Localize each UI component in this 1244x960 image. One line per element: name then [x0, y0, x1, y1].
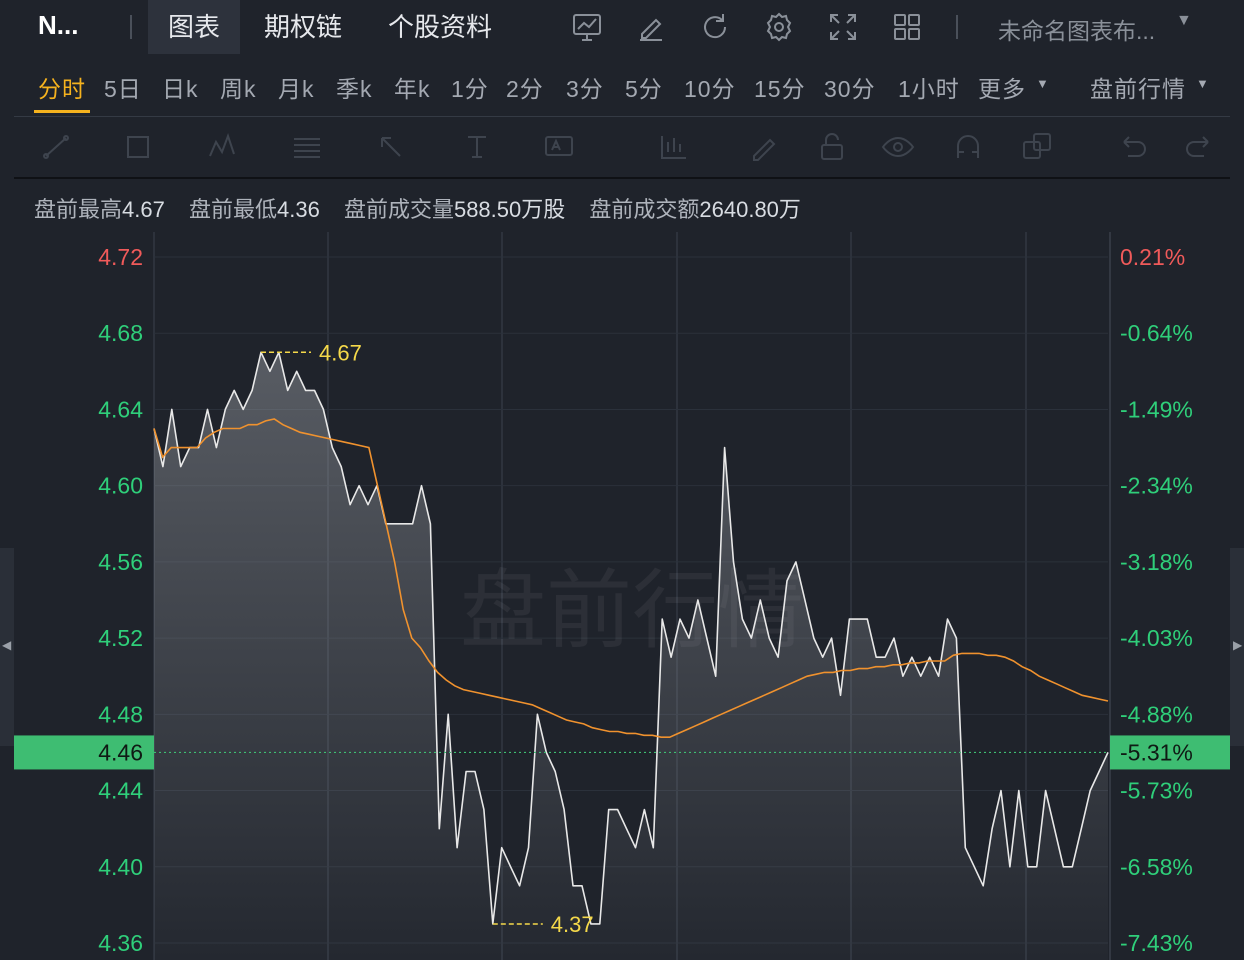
pct-tick-label: -3.18%: [1120, 549, 1193, 575]
pct-tick-label: -5.73%: [1120, 778, 1193, 804]
pct-tick-label: -4.88%: [1120, 701, 1193, 727]
pct-tick-label: -7.43%: [1120, 930, 1193, 956]
low-marker-label: 4.37: [551, 912, 594, 937]
y-tick-label: 4.56: [98, 549, 143, 575]
pct-tick-label: 0.21%: [1120, 244, 1185, 270]
y-tick-label: 4.72: [98, 244, 143, 270]
y-tick-label: 4.52: [98, 625, 143, 651]
current-price-label: 4.46: [98, 739, 143, 765]
pct-tick-label: -6.58%: [1120, 854, 1193, 880]
y-tick-label: 4.68: [98, 320, 143, 346]
y-tick-label: 4.36: [98, 930, 143, 956]
y-tick-label: 4.60: [98, 473, 143, 499]
collapse-right-panel[interactable]: ▶: [1230, 548, 1244, 746]
pct-tick-label: -2.34%: [1120, 473, 1193, 499]
y-tick-label: 4.64: [98, 396, 143, 422]
high-marker-label: 4.67: [319, 340, 362, 365]
y-tick-label: 4.48: [98, 701, 143, 727]
current-pct-label: -5.31%: [1120, 739, 1193, 765]
collapse-left-panel[interactable]: ◀: [0, 548, 14, 746]
pct-tick-label: -4.03%: [1120, 625, 1193, 651]
y-tick-label: 4.44: [98, 778, 143, 804]
price-chart[interactable]: 盘前行情4.674.374.724.684.644.604.564.524.48…: [0, 0, 1244, 960]
pct-tick-label: -0.64%: [1120, 320, 1193, 346]
y-tick-label: 4.40: [98, 854, 143, 880]
pct-tick-label: -1.49%: [1120, 396, 1193, 422]
